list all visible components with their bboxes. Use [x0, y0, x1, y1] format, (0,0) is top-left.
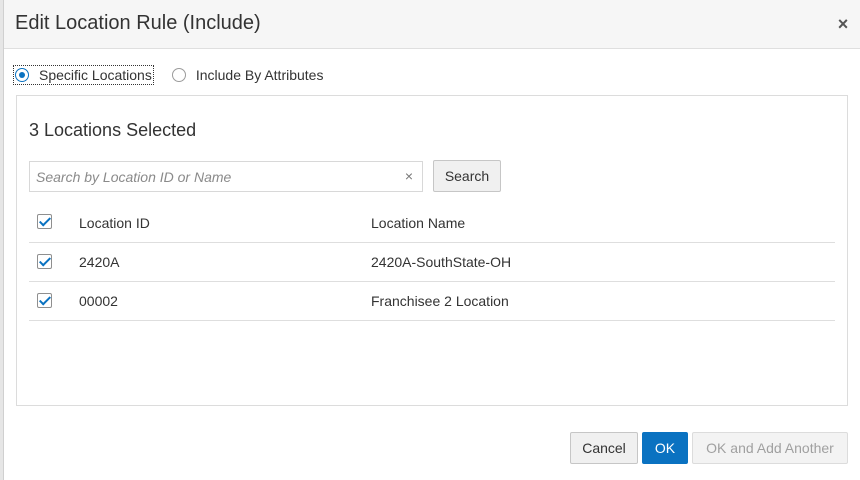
table-header-row: Location ID Location Name	[29, 203, 835, 243]
row-checkbox[interactable]	[37, 254, 52, 269]
column-header-location-id: Location ID	[79, 215, 150, 231]
search-field: ×	[29, 161, 423, 192]
table-row: 2420A 2420A-SouthState-OH	[29, 243, 835, 282]
edit-location-rule-dialog: Edit Location Rule (Include) × Specific …	[3, 0, 860, 480]
select-all-checkbox[interactable]	[37, 214, 52, 229]
search-input[interactable]	[30, 162, 390, 191]
location-id-cell: 2420A	[79, 254, 120, 270]
locations-table: Location ID Location Name 2420A 2420A-So…	[29, 203, 835, 321]
radio-button-include-by-attributes[interactable]	[171, 68, 186, 82]
column-header-location-name: Location Name	[371, 215, 466, 231]
specific-locations-panel: 3 Locations Selected × Search Location I…	[16, 95, 848, 406]
ok-and-add-another-button: OK and Add Another	[692, 432, 848, 464]
table-row: 00002 Franchisee 2 Location	[29, 282, 835, 321]
search-button[interactable]: Search	[433, 160, 501, 192]
row-checkbox[interactable]	[37, 293, 52, 308]
location-id-cell: 00002	[79, 293, 118, 309]
dialog-title: Edit Location Rule (Include)	[15, 12, 261, 34]
radio-label-include-by-attributes: Include By Attributes	[195, 67, 324, 83]
location-mode-radio-group: Specific Locations Include By Attributes	[13, 64, 343, 86]
dialog-header: Edit Location Rule (Include) ×	[4, 0, 860, 49]
ok-button[interactable]: OK	[642, 432, 688, 464]
close-icon[interactable]: ×	[834, 14, 852, 34]
cancel-button[interactable]: Cancel	[570, 432, 638, 464]
radio-label-specific-locations: Specific Locations	[39, 67, 152, 83]
radio-specific-locations[interactable]: Specific Locations	[13, 65, 154, 85]
radio-button-specific-locations[interactable]	[15, 68, 29, 82]
locations-selected-count: 3 Locations Selected	[29, 120, 197, 140]
radio-include-by-attributes[interactable]: Include By Attributes	[171, 67, 324, 83]
location-name-cell: 2420A-SouthState-OH	[371, 254, 512, 270]
clear-icon[interactable]: ×	[402, 167, 416, 185]
location-name-cell: Franchisee 2 Location	[371, 293, 509, 309]
